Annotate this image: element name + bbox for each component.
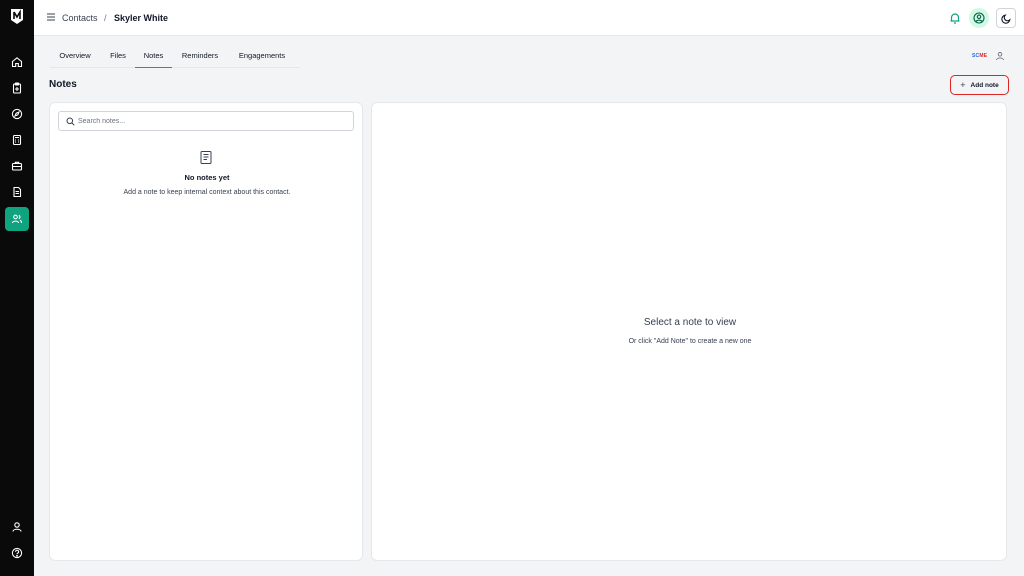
add-note-button[interactable]: + Add note xyxy=(950,75,1009,95)
breadcrumb-current: Skyler White xyxy=(114,13,169,23)
help-icon xyxy=(11,547,23,559)
detail-placeholder-subtitle: Or click "Add Note" to create a new one xyxy=(628,338,752,345)
theme-toggle-button[interactable] xyxy=(996,8,1016,28)
document-icon xyxy=(13,186,22,198)
add-note-label: Add note xyxy=(970,81,999,89)
notes-list-panel: No notes yet Add a note to keep internal… xyxy=(49,102,363,561)
sidebar xyxy=(0,0,34,576)
sidebar-item-documents[interactable] xyxy=(5,180,29,204)
sidebar-item-help[interactable] xyxy=(5,541,29,565)
page-title: Notes xyxy=(49,79,77,90)
sidebar-item-profile[interactable] xyxy=(5,515,29,539)
detail-placeholder-title: Select a note to view xyxy=(643,317,737,328)
compass-icon xyxy=(11,108,23,120)
contact-tabs: Overview Files Notes Reminders Engagemen… xyxy=(50,46,300,68)
moon-icon xyxy=(1000,13,1011,24)
user-icon xyxy=(12,522,22,532)
menu-icon[interactable] xyxy=(46,12,56,22)
assign-user-icon[interactable] xyxy=(995,51,1005,61)
user-circle-icon xyxy=(973,12,985,24)
search-icon xyxy=(66,117,75,126)
app-logo-icon[interactable] xyxy=(9,8,25,25)
plus-icon: + xyxy=(960,79,966,90)
search-box xyxy=(58,111,354,131)
brand-badge: SCME xyxy=(972,53,988,59)
search-input[interactable] xyxy=(78,115,348,128)
empty-state-description: Add a note to keep internal context abou… xyxy=(123,189,291,196)
sidebar-item-calculator[interactable] xyxy=(5,128,29,152)
sidebar-item-explore[interactable] xyxy=(5,102,29,126)
bell-icon[interactable] xyxy=(948,11,962,25)
briefcase-icon xyxy=(11,161,23,171)
empty-state-title: No notes yet xyxy=(184,173,230,182)
tab-overview[interactable]: Overview xyxy=(50,46,100,68)
breadcrumb-separator: / xyxy=(104,13,107,23)
sidebar-item-tasks[interactable] xyxy=(5,76,29,100)
sidebar-item-contacts[interactable] xyxy=(5,207,29,231)
sidebar-item-home[interactable] xyxy=(5,50,29,74)
calculator-icon xyxy=(12,134,22,146)
tab-engagements[interactable]: Engagements xyxy=(230,46,294,68)
clipboard-icon xyxy=(12,82,22,94)
account-button[interactable] xyxy=(969,8,989,28)
note-detail-panel: Select a note to view Or click "Add Note… xyxy=(371,102,1007,561)
home-icon xyxy=(11,57,23,68)
top-bar: Contacts / Skyler White xyxy=(34,0,1024,36)
tab-notes[interactable]: Notes xyxy=(135,46,172,68)
tab-reminders[interactable]: Reminders xyxy=(174,46,226,68)
sidebar-item-deals[interactable] xyxy=(5,154,29,178)
note-icon xyxy=(200,151,212,164)
tab-files[interactable]: Files xyxy=(102,46,134,68)
breadcrumb-contacts[interactable]: Contacts xyxy=(62,12,98,24)
users-icon xyxy=(11,214,23,224)
